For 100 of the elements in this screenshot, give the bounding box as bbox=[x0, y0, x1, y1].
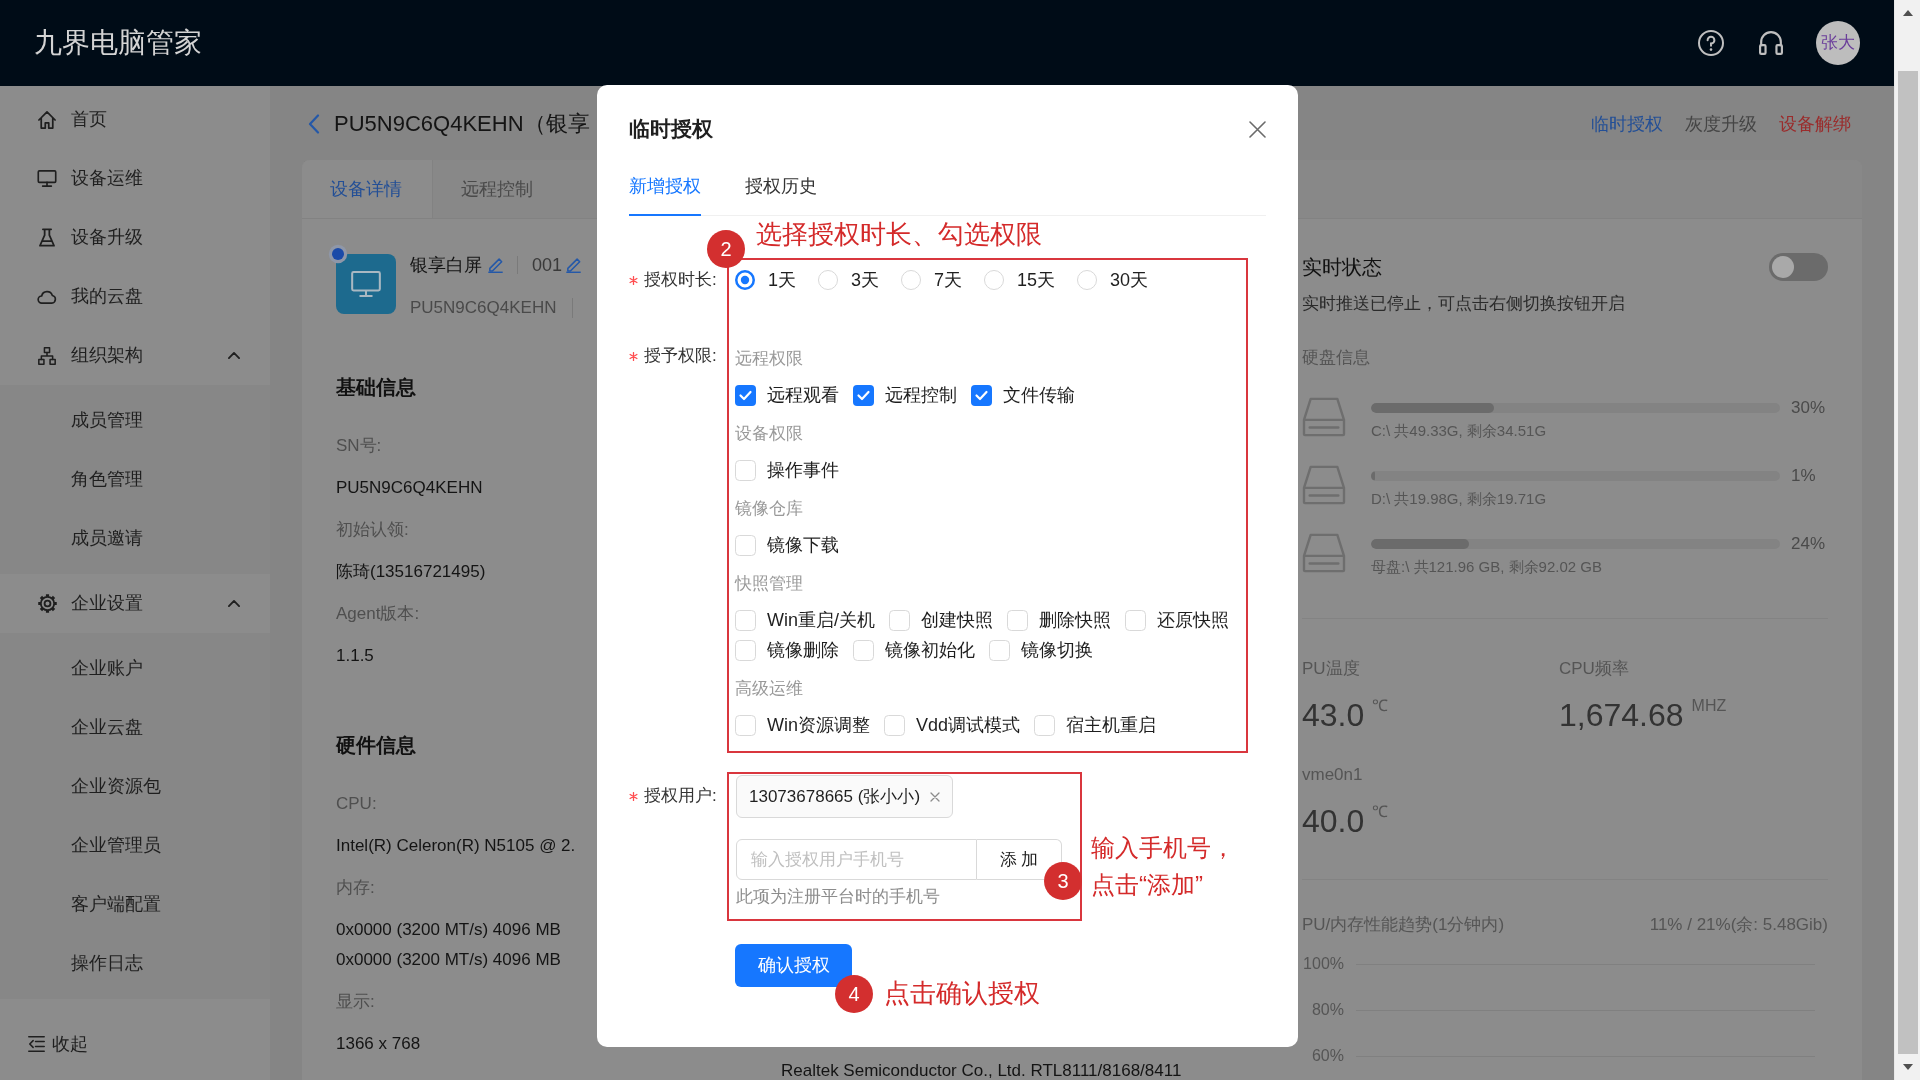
collapse-button[interactable]: 收起 bbox=[0, 1019, 98, 1069]
checkbox-option[interactable]: 还原快照 bbox=[1125, 606, 1229, 634]
sidebar-item[interactable]: 设备升级 bbox=[0, 208, 270, 267]
flask-icon bbox=[39, 228, 55, 247]
checkbox-option[interactable]: 镜像删除 bbox=[735, 636, 839, 664]
checkbox-option[interactable]: Win资源调整 bbox=[735, 711, 870, 739]
field-value: Intel(R) Celeron(R) N5105 @ 2. bbox=[336, 835, 576, 857]
sidebar-item[interactable]: 企业设置 bbox=[0, 574, 270, 633]
checkbox-option[interactable]: 文件传输 bbox=[971, 381, 1075, 409]
stat-value: 40.0 bbox=[1302, 802, 1365, 841]
section-title: 硬件信息 bbox=[336, 733, 416, 758]
tab[interactable]: 新增授权 bbox=[629, 158, 701, 216]
confirm-button[interactable]: 确认授权 bbox=[735, 944, 852, 987]
status-text: 实时推送已停止，可点击右侧切换按钮开启 bbox=[1302, 293, 1625, 315]
field-label: 显示: bbox=[336, 991, 375, 1013]
annotation-text: 点击确认授权 bbox=[884, 977, 1040, 1010]
field-label: SN号: bbox=[336, 435, 382, 457]
triangle-up-icon[interactable] bbox=[1902, 10, 1913, 16]
checkbox-option[interactable]: 创建快照 bbox=[889, 606, 993, 634]
section-title: 实时状态 bbox=[1302, 255, 1382, 280]
form-label: 授权时长: bbox=[644, 269, 717, 291]
close-icon[interactable] bbox=[930, 791, 941, 802]
close-icon[interactable] bbox=[1249, 120, 1266, 138]
chevron-up-icon[interactable] bbox=[228, 352, 240, 359]
step-marker: 3 bbox=[1044, 862, 1082, 900]
percent-text: 24% bbox=[1791, 533, 1827, 555]
percent-text: 30% bbox=[1791, 397, 1827, 419]
section-title: 基础信息 bbox=[336, 375, 416, 400]
submenu-item[interactable]: 企业云盘 bbox=[0, 698, 270, 757]
hard-drive-icon bbox=[1302, 397, 1346, 437]
step-marker: 2 bbox=[707, 230, 745, 268]
radio-option[interactable]: 30天 bbox=[1077, 268, 1149, 292]
device-sn: PU5N9C6Q4KEHN bbox=[410, 297, 557, 319]
device-name: 银享白屏 bbox=[410, 254, 482, 277]
radio-option[interactable]: 3天 bbox=[818, 268, 880, 292]
unit-label: ℃ bbox=[1372, 696, 1389, 716]
checkbox-option[interactable]: 远程观看 bbox=[735, 381, 839, 409]
submenu-item[interactable]: 企业账户 bbox=[0, 639, 270, 698]
sitemap-icon bbox=[38, 346, 56, 365]
checkbox-option[interactable]: Win重启/关机 bbox=[735, 606, 875, 634]
checkbox-option[interactable]: 操作事件 bbox=[735, 456, 839, 484]
sidebar-item[interactable]: 组织架构 bbox=[0, 326, 270, 385]
device-number: 001 bbox=[532, 254, 563, 277]
sidebar-item[interactable]: 设备运维 bbox=[0, 149, 270, 208]
triangle-down-icon[interactable] bbox=[1902, 1064, 1913, 1070]
chevron-up-icon[interactable] bbox=[228, 600, 240, 607]
group-title: 快照管理 bbox=[735, 573, 803, 595]
checkbox-option[interactable]: 镜像下载 bbox=[735, 531, 839, 559]
toggle-switch[interactable] bbox=[1769, 253, 1828, 281]
gear-icon bbox=[37, 594, 57, 613]
submenu-item[interactable]: 企业管理员 bbox=[0, 816, 270, 875]
checkbox-option[interactable]: 删除快照 bbox=[1007, 606, 1111, 634]
headset-icon[interactable] bbox=[1759, 31, 1783, 55]
monitor-icon bbox=[336, 254, 396, 314]
group-title: 设备权限 bbox=[735, 423, 803, 445]
unit-label: ℃ bbox=[1372, 802, 1389, 822]
field-label: Agent版本: bbox=[336, 603, 420, 625]
submenu-item[interactable]: 客户端配置 bbox=[0, 875, 270, 934]
hard-drive-icon bbox=[1302, 465, 1346, 505]
form-label: 授予权限: bbox=[644, 345, 717, 367]
stat-value: 43.0 bbox=[1302, 696, 1365, 735]
field-label: 初始认领: bbox=[336, 519, 409, 541]
action-link[interactable]: 灰度升级 bbox=[1685, 112, 1757, 136]
scroll-thumb[interactable] bbox=[1897, 71, 1918, 1054]
avatar-button[interactable]: 张大 bbox=[1816, 21, 1860, 65]
field-label: CPU: bbox=[336, 793, 377, 815]
submenu-item[interactable]: 企业资源包 bbox=[0, 757, 270, 816]
home-icon bbox=[38, 110, 56, 129]
step-marker: 4 bbox=[835, 975, 873, 1013]
sidebar-item[interactable]: 首页 bbox=[0, 90, 270, 149]
form-label: 授权用户: bbox=[644, 785, 717, 807]
field-value: 0x0000 (3200 MT/s) 4096 MB bbox=[336, 919, 561, 941]
group-title: 远程权限 bbox=[735, 348, 803, 370]
checkbox-option[interactable]: 镜像初始化 bbox=[853, 636, 975, 664]
field-value: PU5N9C6Q4KEHN bbox=[336, 477, 483, 499]
submenu-item[interactable]: 操作日志 bbox=[0, 934, 270, 993]
dialog-title: 临时授权 bbox=[629, 116, 713, 142]
phone-input[interactable]: 输入授权用户手机号 bbox=[736, 839, 977, 880]
hint-text: 此项为注册平台时的手机号 bbox=[736, 886, 940, 908]
tab[interactable]: 授权历史 bbox=[745, 158, 817, 216]
hard-drive-icon bbox=[1302, 533, 1346, 573]
tab[interactable]: 远程控制 bbox=[432, 160, 562, 218]
field-value: 0x0000 (3200 MT/s) 4096 MB bbox=[336, 949, 561, 971]
user-tag[interactable]: 13073678665 (张小小) bbox=[736, 775, 954, 818]
stat-value: 1,674.68 bbox=[1559, 696, 1684, 735]
submenu-item[interactable]: 角色管理 bbox=[0, 450, 270, 509]
sidebar-item[interactable]: 我的云盘 bbox=[0, 267, 270, 326]
checkbox-option[interactable]: 宿主机重启 bbox=[1034, 711, 1157, 739]
group-title: 高级运维 bbox=[735, 678, 803, 700]
checkbox-option[interactable]: 远程控制 bbox=[853, 381, 957, 409]
radio-option[interactable]: 1天 bbox=[735, 268, 796, 292]
checkbox-option[interactable]: 镜像切换 bbox=[989, 636, 1093, 664]
radio-option[interactable]: 7天 bbox=[901, 268, 963, 292]
submenu-item[interactable]: 成员管理 bbox=[0, 391, 270, 450]
checkbox-option[interactable]: Vdd调试模式 bbox=[884, 711, 1021, 739]
field-label: 内存: bbox=[336, 877, 375, 899]
submenu-item[interactable]: 成员邀请 bbox=[0, 509, 270, 568]
help-icon[interactable] bbox=[1698, 30, 1724, 56]
radio-option[interactable]: 15天 bbox=[984, 268, 1056, 292]
group-title: 镜像仓库 bbox=[735, 498, 803, 520]
